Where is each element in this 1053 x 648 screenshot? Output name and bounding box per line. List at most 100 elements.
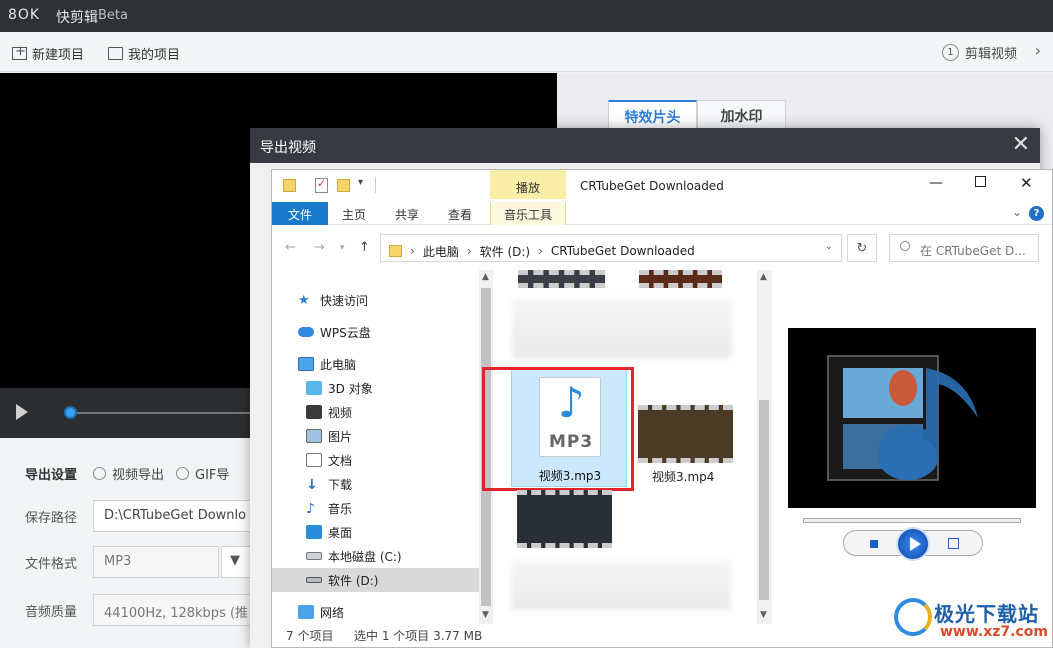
tab-file[interactable]: 文件 xyxy=(272,202,328,225)
tab-music-tools[interactable]: 音乐工具 xyxy=(490,202,566,225)
navigation-pane: ★ 快速访问 WPS云盘 此电脑 3D 对象 视频 图片 文档 ↓ 下载 ♪ 音… xyxy=(272,270,479,625)
step-number: 1 xyxy=(941,44,959,61)
nav-drive-d[interactable]: 软件 (D:) xyxy=(272,568,479,592)
refresh-icon[interactable]: ↻ xyxy=(847,234,877,262)
nav-local-disk-c[interactable]: 本地磁盘 (C:) xyxy=(272,544,479,568)
nav-pictures[interactable]: 图片 xyxy=(272,424,479,448)
help-icon[interactable]: ? xyxy=(1029,206,1044,221)
close-icon[interactable]: ✕ xyxy=(1020,174,1033,192)
search-input[interactable]: 在 CRTubeGet D... xyxy=(889,234,1039,262)
network-icon xyxy=(298,605,314,619)
preview-seek-bar[interactable] xyxy=(803,518,1021,523)
edit-video-step[interactable]: 1 剪辑视频 xyxy=(941,43,1017,62)
file-format-select[interactable]: MP3 xyxy=(93,546,219,578)
properties-icon[interactable] xyxy=(315,177,328,193)
folder-icon[interactable] xyxy=(283,179,296,192)
scroll-up-icon[interactable]: ▲ xyxy=(760,272,767,282)
file-format-dropdown-icon[interactable]: ▼ xyxy=(221,546,251,578)
customize-dropdown-icon[interactable]: ▾ xyxy=(358,177,363,188)
nav-3d-objects-label: 3D 对象 xyxy=(328,381,373,396)
maximize-icon[interactable] xyxy=(975,176,986,187)
breadcrumb-folder[interactable]: CRTubeGet Downloaded xyxy=(551,244,695,258)
file-item-mp4[interactable]: 视频3.mp4 xyxy=(638,405,733,487)
nav-3d-objects[interactable]: 3D 对象 xyxy=(272,376,479,400)
nav-quick-access-label: 快速访问 xyxy=(320,293,369,308)
nav-local-disk-c-label: 本地磁盘 (C:) xyxy=(328,549,402,564)
popout-icon[interactable] xyxy=(948,538,959,549)
progress-track[interactable] xyxy=(66,412,266,414)
radio-video-export[interactable]: 视频导出 xyxy=(93,464,164,483)
address-dropdown-icon[interactable]: ⌄ xyxy=(825,241,833,252)
address-box[interactable]: › 此电脑 › 软件 (D:) › CRTubeGet Downloaded ⌄ xyxy=(380,234,842,262)
nav-network-label: 网络 xyxy=(320,605,345,620)
new-folder-icon[interactable] xyxy=(337,179,350,192)
audio-quality-select[interactable]: 44100Hz, 128kbps (推 xyxy=(93,594,253,626)
new-project-icon xyxy=(12,44,27,60)
context-tab-play[interactable]: 播放 xyxy=(490,170,566,199)
stop-icon[interactable] xyxy=(870,540,878,548)
nav-this-pc[interactable]: 此电脑 xyxy=(272,352,479,376)
export-settings-label: 导出设置 xyxy=(25,468,78,483)
my-projects-button[interactable]: 我的项目 xyxy=(108,44,180,63)
play-icon[interactable] xyxy=(896,527,930,561)
site-watermark: 极光下载站 www.xz7.com xyxy=(890,592,1050,644)
nav-documents-label: 文档 xyxy=(328,453,353,468)
breadcrumb-this-pc[interactable]: 此电脑 xyxy=(423,243,459,260)
nav-desktop[interactable]: 桌面 xyxy=(272,520,479,544)
file-scrollbar[interactable]: ▲ ▼ xyxy=(757,270,772,624)
app-name: 快剪辑 xyxy=(56,10,98,26)
breadcrumb-drive-d[interactable]: 软件 (D:) xyxy=(480,243,530,260)
nav-music-label: 音乐 xyxy=(328,501,353,516)
back-arrow-icon[interactable]: ← xyxy=(285,240,296,255)
search-placeholder: 在 CRTubeGet D... xyxy=(920,244,1026,258)
breadcrumb-separator-icon: › xyxy=(538,244,543,258)
radio-icon xyxy=(93,467,106,480)
nav-documents[interactable]: 文档 xyxy=(272,448,479,472)
chevron-right-icon[interactable]: › xyxy=(1035,41,1041,60)
progress-knob[interactable] xyxy=(64,406,77,419)
nav-this-pc-label: 此电脑 xyxy=(320,357,357,372)
nav-videos[interactable]: 视频 xyxy=(272,400,479,424)
folder-icon xyxy=(108,47,123,60)
forward-arrow-icon[interactable]: → xyxy=(314,240,325,255)
play-icon[interactable] xyxy=(16,404,28,420)
nav-quick-access[interactable]: ★ 快速访问 xyxy=(272,288,479,312)
nav-network[interactable]: 网络 xyxy=(272,600,479,624)
new-project-button[interactable]: 新建项目 xyxy=(12,44,84,63)
scroll-up-icon[interactable]: ▲ xyxy=(482,272,489,282)
address-bar-row: ← → ▾ ↑ › 此电脑 › 软件 (D:) › CRTubeGet Down… xyxy=(272,232,1052,264)
file-scrollbar-thumb[interactable] xyxy=(759,400,769,600)
radio-gif-export[interactable]: GIF导 xyxy=(176,464,229,483)
ribbon-expand-icon[interactable]: ⌄ xyxy=(1012,205,1022,219)
nav-music[interactable]: ♪ 音乐 xyxy=(272,496,479,520)
scroll-down-icon[interactable]: ▼ xyxy=(760,610,767,620)
nav-wps-cloud[interactable]: WPS云盘 xyxy=(272,320,479,344)
radio-gif-label: GIF导 xyxy=(195,468,230,483)
file-format-label: 文件格式 xyxy=(25,556,78,572)
blurred-thumbnail xyxy=(511,560,731,610)
preview-pane xyxy=(788,328,1036,508)
tab-view[interactable]: 查看 xyxy=(448,206,472,223)
scroll-down-icon[interactable]: ▼ xyxy=(482,610,489,620)
recent-dropdown-icon[interactable]: ▾ xyxy=(340,243,345,253)
cube-icon xyxy=(306,381,322,395)
close-icon[interactable]: ✕ xyxy=(1012,132,1030,157)
tab-share[interactable]: 共享 xyxy=(395,206,419,223)
file-format-value: MP3 xyxy=(104,554,132,569)
nav-wps-cloud-label: WPS云盘 xyxy=(320,325,371,340)
drive-icon xyxy=(306,577,322,583)
minimize-icon[interactable]: — xyxy=(929,175,943,191)
up-arrow-icon[interactable]: ↑ xyxy=(359,240,370,255)
toolbar-separator xyxy=(375,177,376,193)
video-thumbnail[interactable] xyxy=(517,490,612,548)
nav-downloads[interactable]: ↓ 下载 xyxy=(272,472,479,496)
app-menubar: 新建项目 我的项目 1 剪辑视频 › xyxy=(0,32,1053,72)
document-icon xyxy=(306,453,322,467)
video-thumbnail[interactable] xyxy=(518,270,605,288)
tab-home[interactable]: 主页 xyxy=(342,206,366,223)
save-path-field[interactable]: D:\CRTubeGet Downlo xyxy=(93,500,253,532)
file-name: 视频3.mp4 xyxy=(652,470,715,484)
nav-downloads-label: 下载 xyxy=(328,477,353,492)
status-selection: 选中 1 个项目 3.77 MB xyxy=(354,629,483,643)
video-thumbnail[interactable] xyxy=(639,270,722,288)
